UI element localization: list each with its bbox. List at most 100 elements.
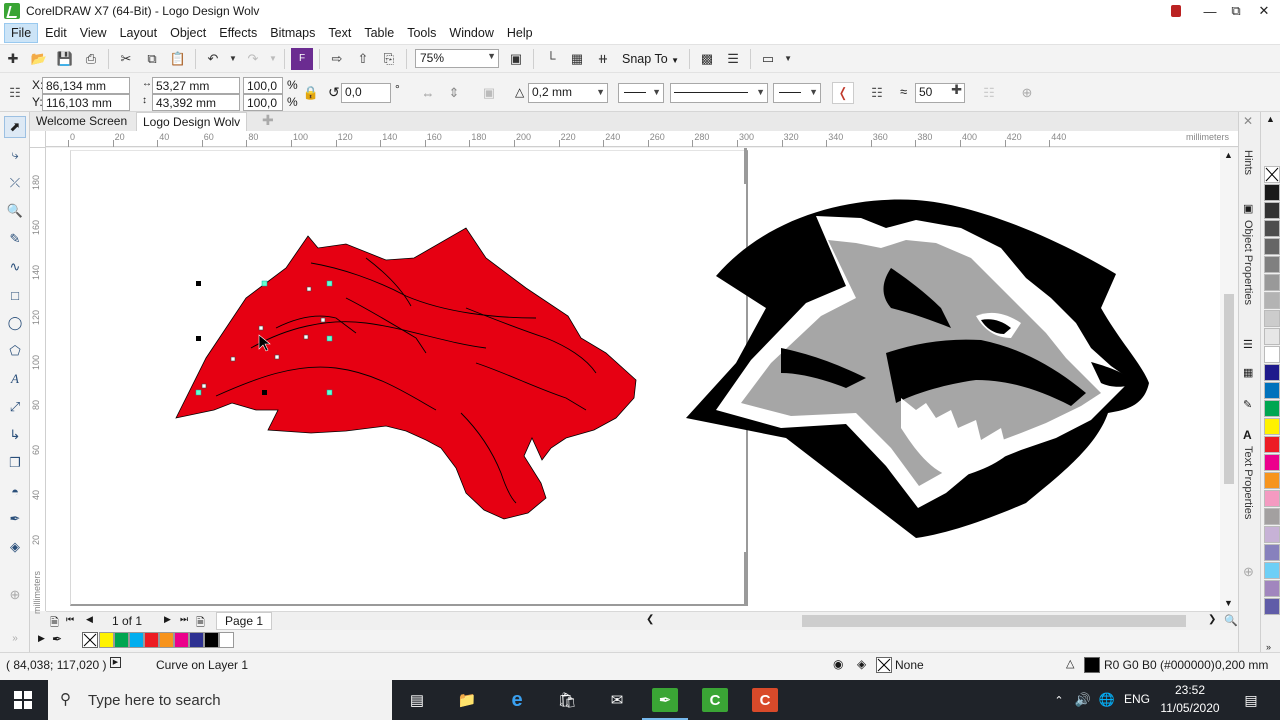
play-icon[interactable]: ▶ (110, 657, 121, 668)
options-icon[interactable]: ☰ (722, 48, 744, 70)
application-launcher-icon[interactable]: ▭ (757, 48, 779, 70)
show-rulers-icon[interactable]: └ (540, 48, 562, 70)
end-arrowhead-combo[interactable]: ▼ (773, 83, 821, 103)
menu-file[interactable]: File (4, 23, 39, 43)
palette-swatch[interactable] (1264, 310, 1280, 327)
language-indicator[interactable]: ENG (1124, 692, 1150, 706)
rectangle-tool-icon[interactable]: □ (4, 284, 26, 306)
show-grid-icon[interactable]: ▦ (566, 48, 588, 70)
store-icon[interactable]: 🛍 (554, 688, 580, 712)
property-grid-icon[interactable]: ☷ (4, 82, 26, 104)
scroll-left-icon[interactable]: ❮ (646, 614, 654, 625)
palette-swatch[interactable] (1264, 418, 1280, 435)
document-palette-swatch[interactable] (159, 632, 174, 648)
break-apart-icon[interactable]: ▣ (478, 82, 500, 104)
shape-tool-icon[interactable]: ⤷ (4, 144, 26, 166)
document-palette-swatch[interactable] (174, 632, 189, 648)
launcher-dropdown-icon[interactable]: ▼ (783, 48, 793, 70)
palette-swatch[interactable] (1264, 238, 1280, 255)
connector-tool-icon[interactable]: ↳ (4, 424, 26, 446)
welcome-screen-icon[interactable]: ▩ (696, 48, 718, 70)
print-icon[interactable]: ⎙ (80, 48, 102, 70)
palette-swatch[interactable] (1264, 490, 1280, 507)
redo-icon[interactable]: ↷ (242, 48, 264, 70)
menu-layout[interactable]: Layout (114, 24, 164, 42)
scale-x-field[interactable]: 100,0 (243, 77, 283, 94)
export-icon[interactable]: ⇧ (352, 48, 374, 70)
polygon-tool-icon[interactable]: ⬠ (4, 340, 26, 362)
mirror-horizontal-icon[interactable]: ⇔ (417, 82, 439, 104)
tab-logo-design-wolv[interactable]: Logo Design Wolv (136, 112, 248, 131)
show-hidden-icons[interactable]: ⌃ (1046, 688, 1072, 712)
freehand-tool-icon[interactable]: ✎ (4, 228, 26, 250)
artistic-media-icon[interactable]: ∿ (4, 256, 26, 278)
palette-swatch[interactable] (1264, 328, 1280, 345)
document-palette-swatch[interactable] (219, 632, 234, 648)
close-docker-icon[interactable]: ✕ (1243, 114, 1253, 128)
text-tool-icon[interactable]: A (4, 368, 26, 390)
document-palette-swatch[interactable] (114, 632, 129, 648)
previous-page-icon[interactable]: ◀ (86, 614, 93, 625)
menu-edit[interactable]: Edit (39, 24, 73, 42)
docker-tab-object-properties[interactable]: Object Properties (1242, 220, 1254, 305)
document-palette-swatch[interactable] (99, 632, 114, 648)
start-arrowhead-combo[interactable]: ▼ (618, 83, 664, 103)
height-field[interactable]: 43,392 mm (152, 94, 240, 111)
width-field[interactable]: 53,27 mm (152, 77, 240, 94)
publish-pdf-icon[interactable]: ⎘ (378, 48, 400, 70)
import-icon[interactable]: ⇨ (326, 48, 348, 70)
y-position-field[interactable]: 116,103 mm (42, 94, 130, 111)
palette-expand-icon[interactable]: » (1266, 642, 1271, 652)
windows-start-icon[interactable] (10, 688, 36, 712)
palette-swatch[interactable] (1264, 292, 1280, 309)
zoom-icon[interactable]: 🔍 (1224, 614, 1238, 627)
expand-toolbox-icon[interactable]: » (4, 627, 26, 649)
add-docker-icon[interactable]: ⊕ (1243, 564, 1254, 580)
scale-y-field[interactable]: 100,0 (243, 94, 283, 111)
docker-tab-text-properties[interactable]: Text Properties (1242, 446, 1254, 519)
redo-dropdown-icon[interactable]: ▼ (268, 48, 278, 70)
search-content-icon[interactable]: F (291, 47, 313, 70)
page-tab[interactable]: Page 1 (216, 612, 273, 630)
palette-swatch[interactable] (1264, 562, 1280, 579)
docker-tab-hints[interactable]: Hints (1242, 150, 1254, 175)
pick-tool-icon[interactable]: ⬈ (4, 116, 26, 138)
palette-swatch[interactable] (1264, 274, 1280, 291)
menu-text[interactable]: Text (322, 24, 357, 42)
crop-tool-icon[interactable]: ⤫ (4, 172, 26, 194)
mail-icon[interactable]: ✉ (604, 688, 630, 712)
next-page-icon[interactable]: ▶ (164, 614, 171, 625)
menu-object[interactable]: Object (164, 24, 212, 42)
scroll-up-icon[interactable]: ▲ (1224, 150, 1233, 160)
palette-swatch[interactable] (1264, 544, 1280, 561)
palette-swatch[interactable] (1264, 580, 1280, 597)
horizontal-scroll-thumb[interactable] (802, 615, 1186, 627)
zoom-level-combo[interactable]: 75% ▼ (415, 49, 499, 68)
outline-color-swatch[interactable] (1084, 657, 1100, 673)
palette-swatch[interactable] (1264, 508, 1280, 525)
ellipse-tool-icon[interactable]: ◯ (4, 312, 26, 334)
palette-scroll-up-icon[interactable]: ▲ (1266, 114, 1275, 124)
palette-swatch[interactable] (1264, 256, 1280, 273)
menu-view[interactable]: View (74, 24, 113, 42)
curve-smoothing-field[interactable]: 50 ✚ (915, 83, 965, 103)
vertical-ruler[interactable]: millimeters 180 160 140 120 100 80 60 40 20 (30, 131, 46, 614)
ruler-origin-corner[interactable] (30, 131, 46, 148)
menu-help[interactable]: Help (501, 24, 539, 42)
palette-no-color-swatch[interactable] (1264, 166, 1280, 183)
wolf-shield-logo[interactable] (686, 199, 1149, 539)
save-icon[interactable]: 💾 (54, 48, 76, 70)
transparency-tool-icon[interactable]: ◓ (4, 480, 26, 502)
x-position-field[interactable]: 86,134 mm (42, 77, 130, 94)
menu-table[interactable]: Table (358, 24, 400, 42)
tab-welcome-screen[interactable]: Welcome Screen (30, 112, 133, 131)
add-tool-icon[interactable]: ⊕ (4, 584, 26, 606)
copy-icon[interactable]: ⧉ (141, 48, 163, 70)
scroll-right-icon[interactable]: ❯ (1208, 614, 1216, 625)
palette-swatch[interactable] (1264, 454, 1280, 471)
palette-swatch[interactable] (1264, 472, 1280, 489)
corel-capture-icon[interactable]: C (752, 688, 778, 712)
parallel-dimension-icon[interactable]: ⤢ (4, 396, 26, 418)
volume-icon[interactable]: 🔊 (1070, 688, 1096, 712)
document-palette-swatch[interactable] (189, 632, 204, 648)
